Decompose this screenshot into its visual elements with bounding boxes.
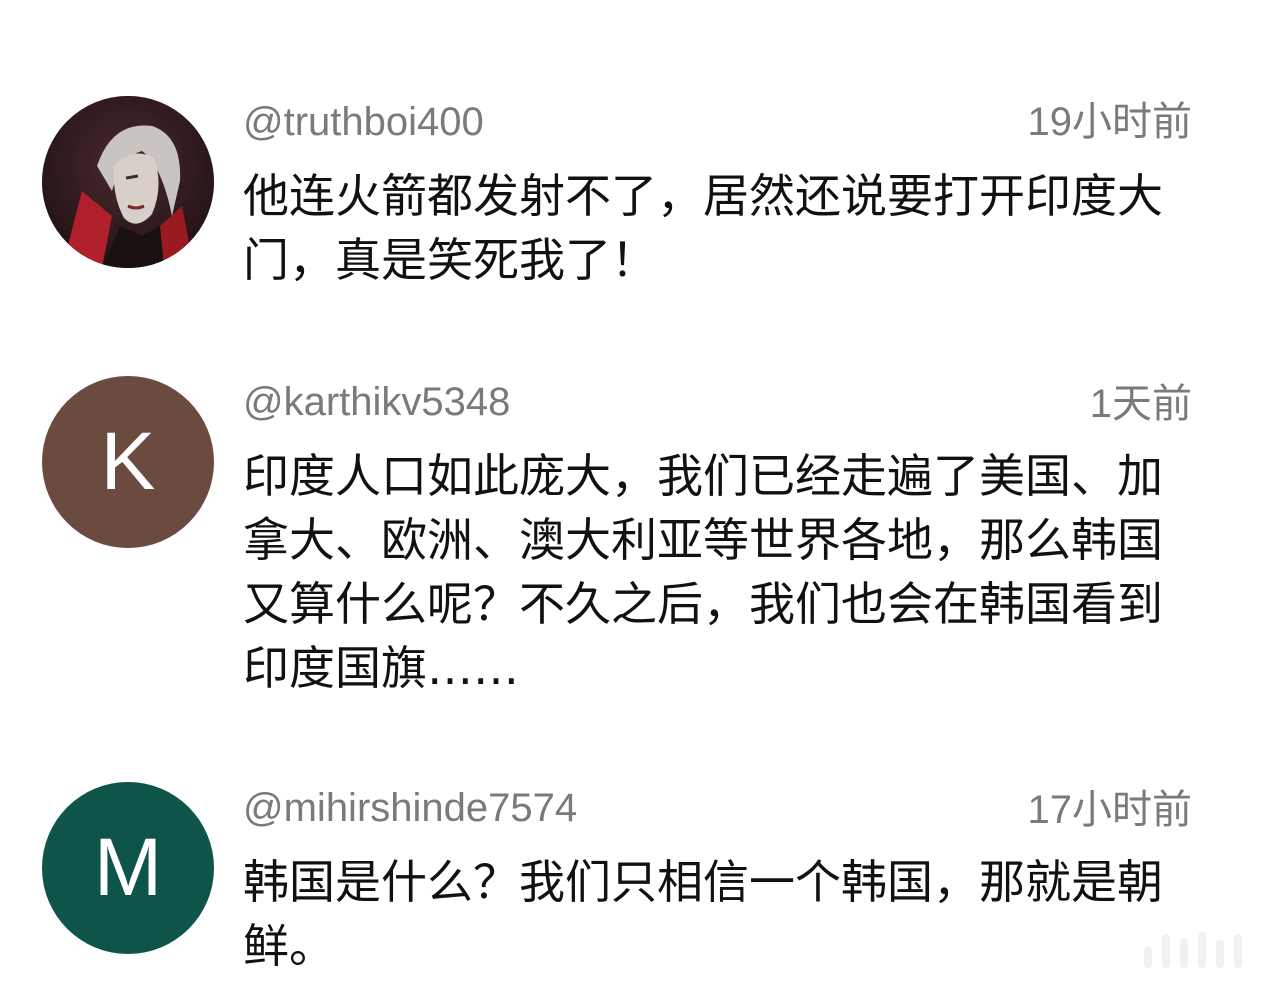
avatar-letter: M	[93, 822, 163, 913]
comment-text: 韩国是什么？我们只相信一个韩国，那就是朝鲜。	[243, 855, 1163, 973]
comment-text: 印度人口如此庞大，我们已经走遍了美国、加拿大、欧洲、澳大利亚等世界各地，那么韩国…	[243, 449, 1163, 695]
watermark-logo	[1144, 928, 1254, 968]
comment-timestamp: 19小时前	[1027, 100, 1193, 144]
avatar[interactable]: M	[42, 782, 214, 954]
comment-username[interactable]: @mihirshinde7574	[243, 784, 577, 832]
comment-text: 他连火箭都发射不了，居然还说要打开印度大门，真是笑死我了！	[243, 169, 1163, 287]
comment-username[interactable]: @truthboi400	[243, 98, 484, 146]
vampire-character-icon	[42, 96, 214, 268]
avatar-letter: K	[100, 416, 156, 507]
avatar[interactable]: K	[42, 376, 214, 548]
comment-timestamp: 17小时前	[1027, 788, 1193, 832]
avatar[interactable]	[42, 96, 214, 268]
comment-username[interactable]: @karthikv5348	[243, 378, 510, 426]
comment-timestamp: 1天前	[1089, 382, 1192, 426]
